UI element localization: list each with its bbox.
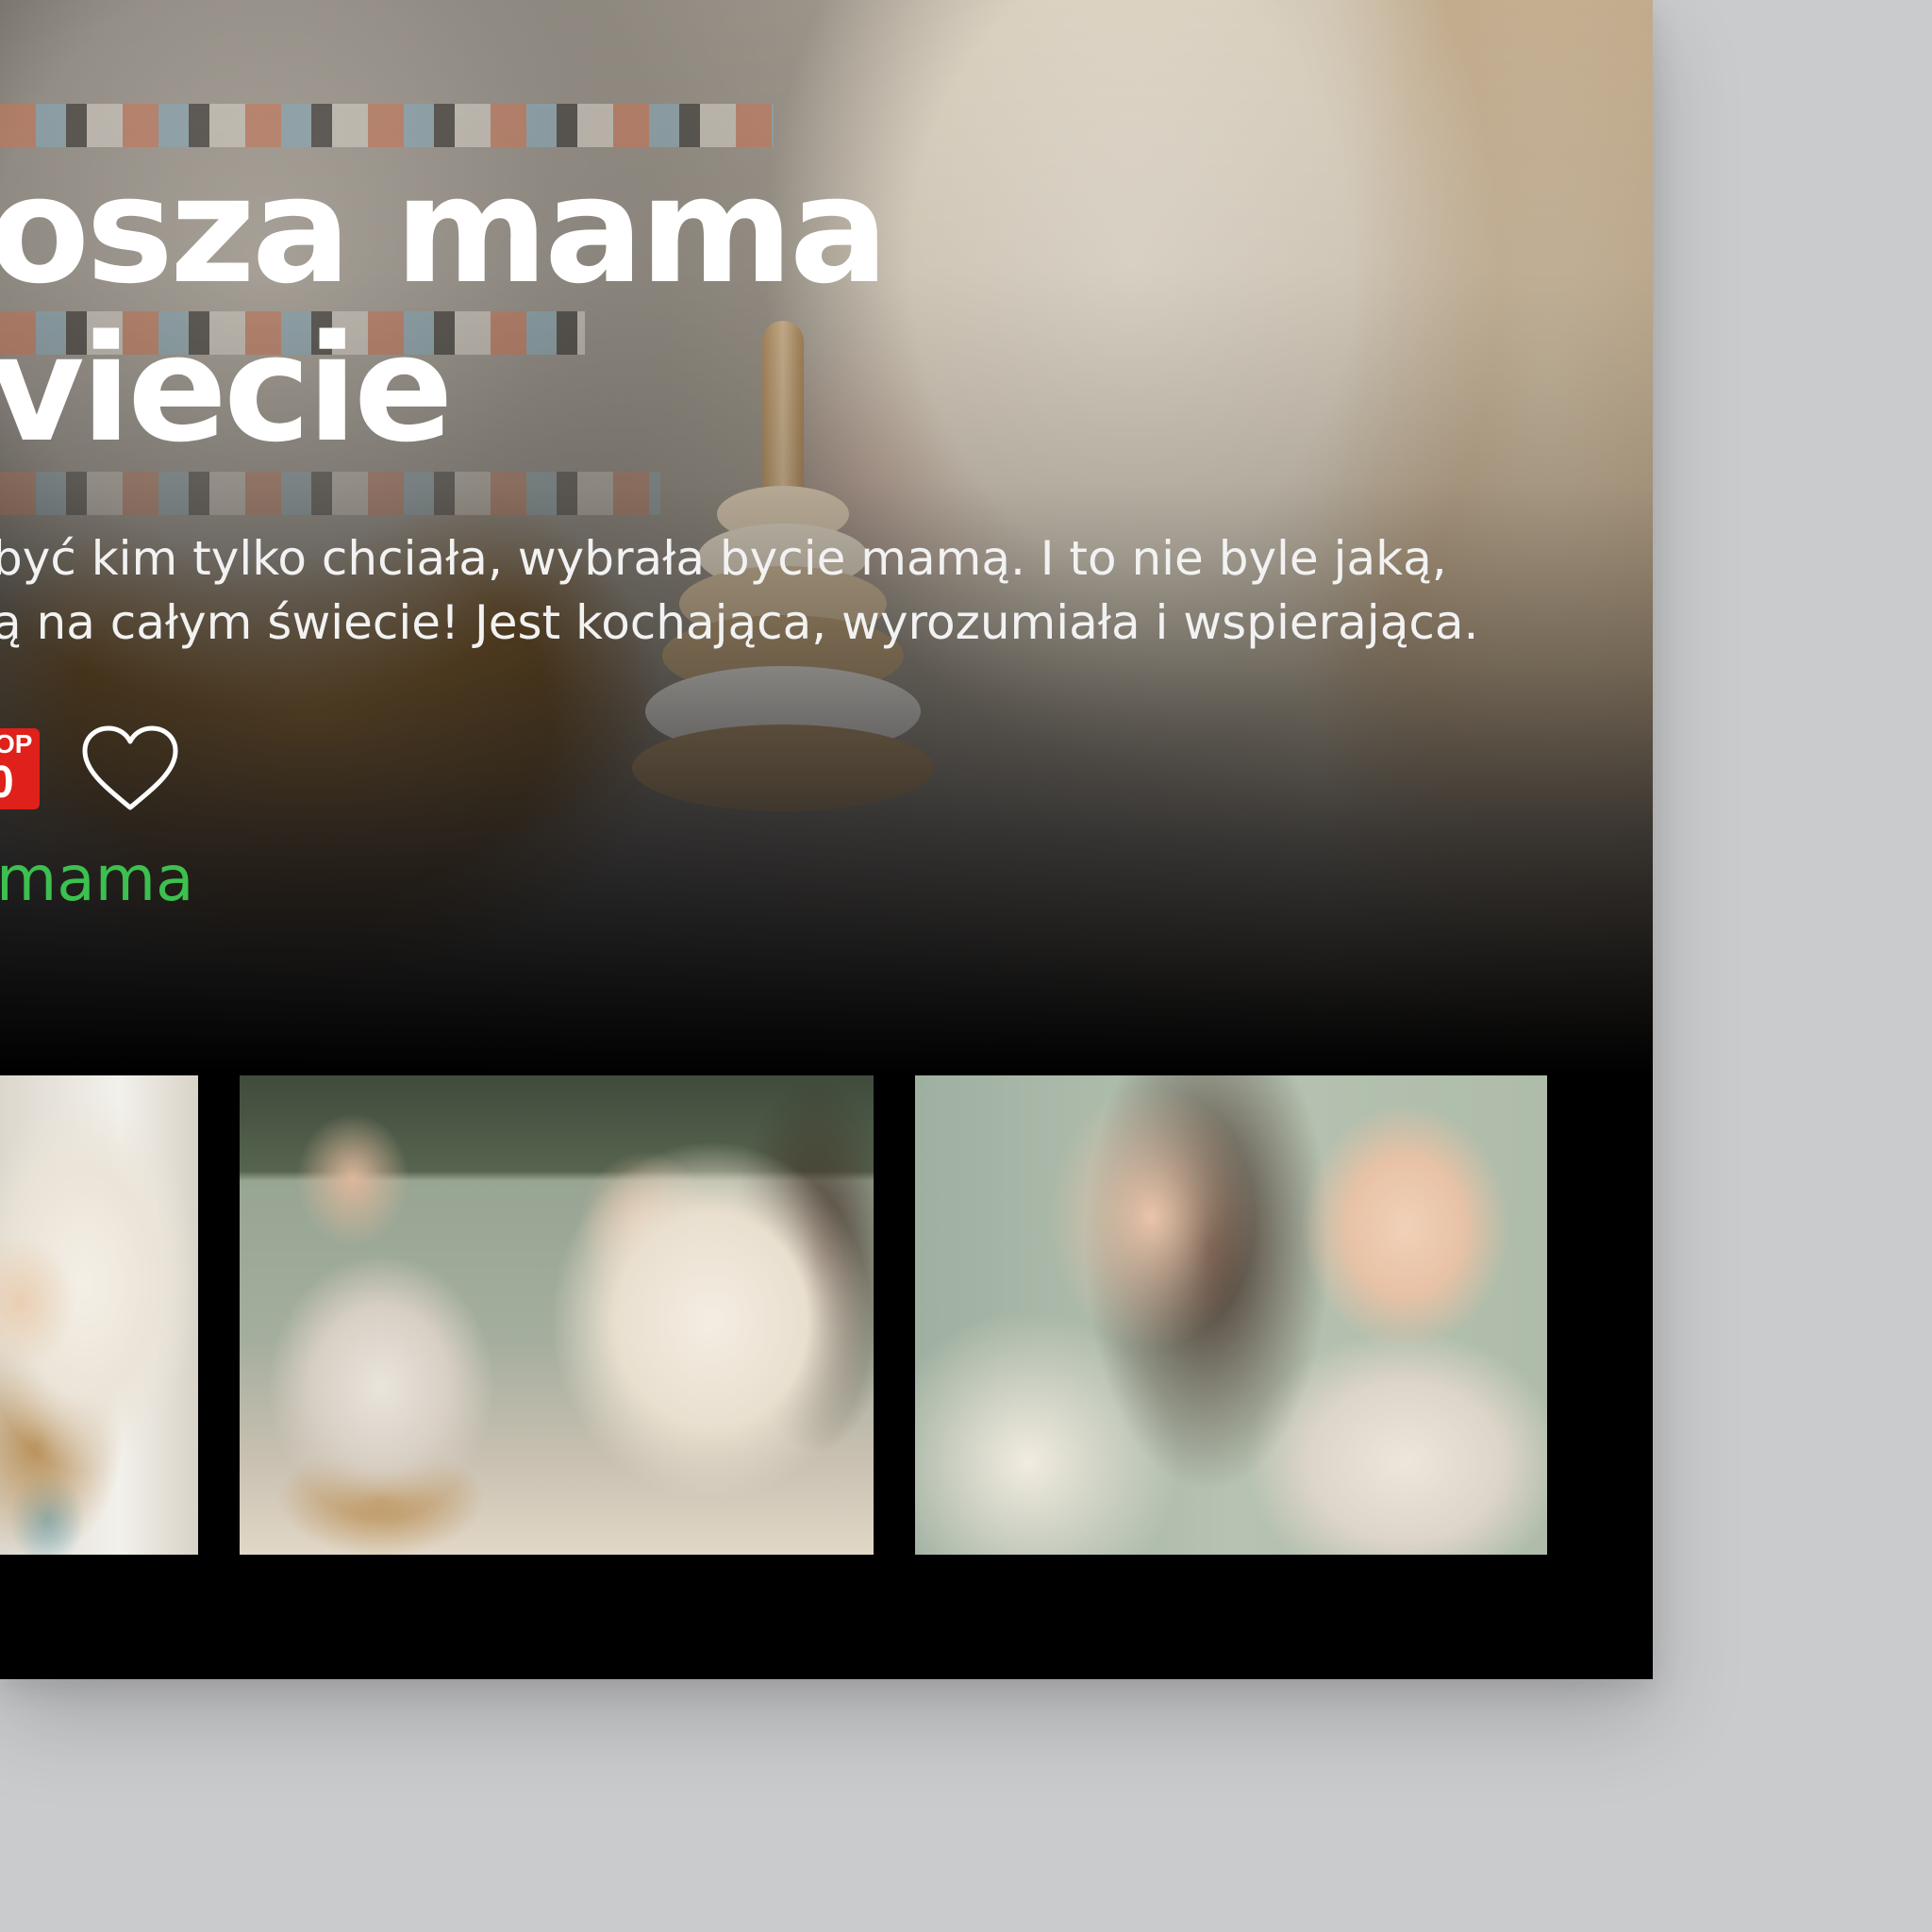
thumb-label: thumb-baby-in-chair: [0, 1075, 1, 1076]
product-card: osza mama viecie być kim tylko chciała, …: [0, 0, 1653, 1679]
heart-outline-icon: [82, 725, 178, 810]
favorite-button[interactable]: [79, 724, 181, 815]
gallery-thumb-3[interactable]: thumb-mother-and-baby-portrait: [915, 1075, 1547, 1555]
top-badge: OP 0: [0, 728, 40, 809]
title-line-1: osza mama: [0, 144, 889, 316]
product-description: być kim tylko chciała, wybrała bycie mam…: [0, 526, 1478, 655]
description-line-1: być kim tylko chciała, wybrała bycie mam…: [0, 531, 1447, 586]
thumb-label: thumb-mother-playing-with-baby: [240, 1075, 241, 1076]
badge-bottom-text: 0: [0, 758, 14, 808]
gallery-thumb-1[interactable]: thumb-baby-in-chair: [0, 1075, 198, 1555]
page-title: osza mama viecie: [0, 144, 889, 475]
gallery-thumb-2[interactable]: thumb-mother-playing-with-baby: [240, 1075, 874, 1555]
description-line-2: ą na całym świecie! Jest kochająca, wyro…: [0, 595, 1479, 650]
title-line-2: viecie: [0, 303, 454, 475]
thumb-label: thumb-mother-and-baby-portrait: [915, 1075, 916, 1076]
badge-top-text: OP: [0, 729, 33, 758]
category-link[interactable]: mama: [0, 841, 193, 917]
